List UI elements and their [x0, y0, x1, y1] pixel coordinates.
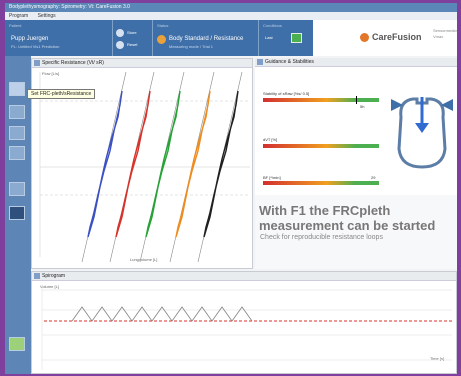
- resistance-loop-3: [145, 90, 181, 238]
- spirogram-panel-title: Spirogram: [42, 273, 66, 279]
- gauge-bar-bf: [263, 181, 379, 185]
- gauge-label-bf: BF [*/min]: [263, 175, 281, 180]
- resistance-loop-2: [115, 90, 151, 238]
- toolbar-button-4[interactable]: [9, 146, 25, 160]
- status-label: Status: [157, 23, 169, 28]
- toolbar-button-3[interactable]: [9, 126, 25, 140]
- spirogram-plot: [41, 285, 452, 370]
- spirogram-icon: [34, 273, 40, 279]
- title-bar: Bodyplethysmography: Spirometry: Vt: Car…: [5, 3, 457, 12]
- toolbar-button-5[interactable]: [9, 182, 25, 196]
- gauge-value-bf: 29: [371, 175, 376, 180]
- status-section: Status Body Standard / Resistance Measur…: [153, 20, 259, 56]
- guidance-panel-title: Guidance & Stabilities: [265, 59, 314, 65]
- resistance-loop-5: [203, 90, 239, 238]
- gauge-marker-stability: [356, 96, 357, 104]
- toolbar-button-6[interactable]: [9, 206, 25, 220]
- left-toolbar: [5, 56, 31, 374]
- menu-settings[interactable]: Settings: [38, 13, 56, 19]
- toolbar-button-2[interactable]: [9, 105, 25, 119]
- reset-icon[interactable]: [116, 41, 124, 49]
- patient-label: Patient: [9, 23, 22, 28]
- gauge-label-dvt: dVT [%]: [263, 137, 278, 142]
- status-value: Body Standard / Resistance: [169, 36, 244, 42]
- reset-button[interactable]: Reset: [127, 42, 137, 47]
- store-button[interactable]: Store: [127, 30, 137, 35]
- menu-program[interactable]: Program: [9, 13, 28, 19]
- status-icon: [157, 35, 166, 44]
- conditions-section[interactable]: Conditions Last: [259, 20, 313, 56]
- brand-name: CareFusion: [372, 32, 422, 42]
- spirogram-panel: Spirogram Volume [L] Time [s]: [31, 271, 457, 374]
- resistance-panel-title: Specific Resistance (Vt/ sR): [42, 60, 104, 66]
- lung-body-icon: [391, 97, 453, 169]
- gauge-value-stability: 5h: [360, 104, 365, 109]
- resistance-loop-1: [87, 90, 123, 238]
- conditions-status-icon[interactable]: [291, 33, 302, 43]
- guidance-panel-header: Guidance & Stabilities: [255, 58, 457, 67]
- gauge-bar-stability: [263, 98, 379, 102]
- header-bar: Patient Pupp Juergen PL: Untitled Vis1 P…: [5, 20, 457, 56]
- store-icon[interactable]: [116, 29, 124, 37]
- conditions-label: Conditions: [263, 23, 282, 28]
- spirogram-trace: [71, 306, 253, 322]
- menu-bar: Program Settings: [5, 12, 457, 20]
- patient-subtext: PL: Untitled Vis1 Prediction: [11, 44, 60, 49]
- toolbar-button-start[interactable]: [9, 337, 25, 351]
- gauge-bar-dvt: [263, 144, 379, 148]
- store-reset-section: Store Reset: [113, 20, 153, 56]
- guidance-display: Stability of sRaw [%s/ 0.5] 5h dVT [%] B…: [255, 67, 457, 195]
- patient-name: Pupp Juergen: [11, 36, 49, 42]
- toolbar-tooltip: Set FRC-pleth/sResistance: [27, 89, 96, 99]
- guidance-message-title: With F1 the FRCpleth measurement can be …: [259, 203, 436, 233]
- patient-section[interactable]: Patient Pupp Juergen PL: Untitled Vis1 P…: [5, 20, 113, 56]
- resistance-loop-4: [175, 90, 211, 238]
- spirogram-grid: [41, 285, 452, 370]
- guidance-message-subtitle: Check for reproducible resistance loops: [260, 234, 383, 241]
- resistance-loops: [87, 90, 239, 238]
- chart-icon: [34, 60, 40, 66]
- header-blue-strip: Patient Pupp Juergen PL: Untitled Vis1 P…: [5, 20, 313, 56]
- header-right-text: Sensormedics Vmax: [433, 28, 457, 39]
- carefusion-logo-icon: [360, 33, 369, 42]
- application-window: Bodyplethysmography: Spirometry: Vt: Car…: [5, 3, 457, 374]
- toolbar-button-1[interactable]: [9, 82, 25, 96]
- conditions-value: Last: [265, 35, 273, 40]
- guidance-panel: Guidance & Stabilities Stability of sRaw…: [255, 58, 457, 269]
- status-subtext: Measuring mode / Trial 1: [169, 44, 214, 49]
- gauge-label-stability: Stability of sRaw [%s/ 0.5]: [263, 91, 310, 96]
- guidance-icon: [257, 59, 263, 65]
- resistance-grid: [39, 72, 250, 257]
